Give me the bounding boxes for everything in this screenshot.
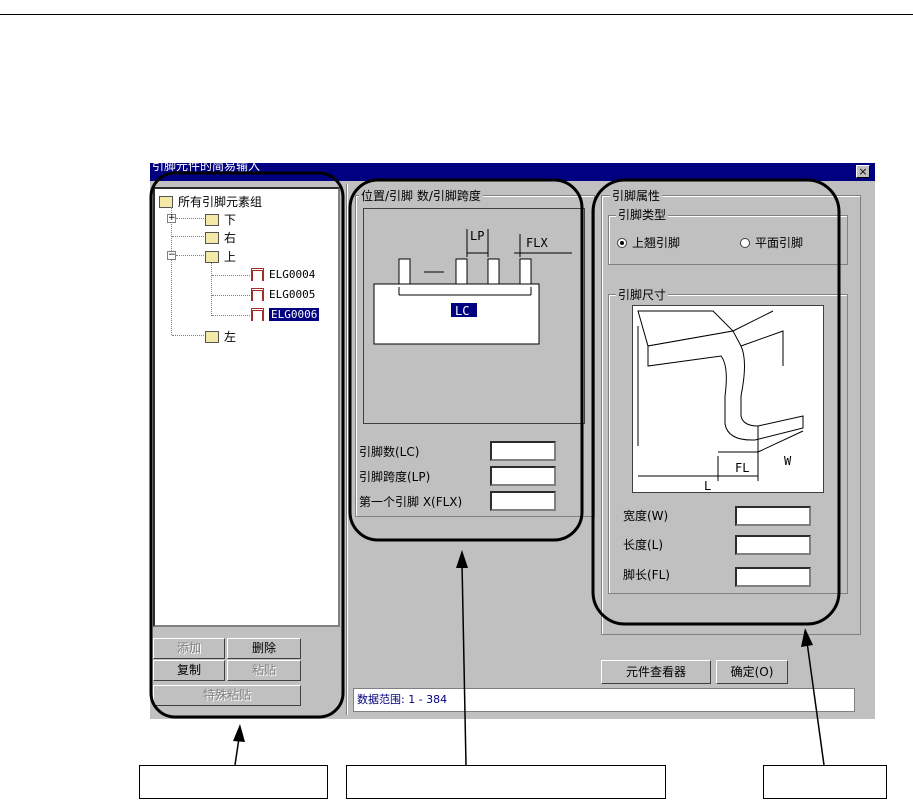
callout-box-position	[346, 765, 666, 799]
position-callout-outline	[348, 178, 584, 542]
arrow-head	[801, 628, 813, 647]
attributes-callout-outline	[591, 178, 841, 626]
arrow-head	[456, 550, 468, 568]
callout-box-attributes	[763, 765, 887, 799]
callout-box-tree	[139, 765, 328, 799]
tree-callout-outline	[149, 171, 345, 719]
arrow-head	[233, 724, 245, 742]
annotation-overlay	[149, 171, 841, 766]
